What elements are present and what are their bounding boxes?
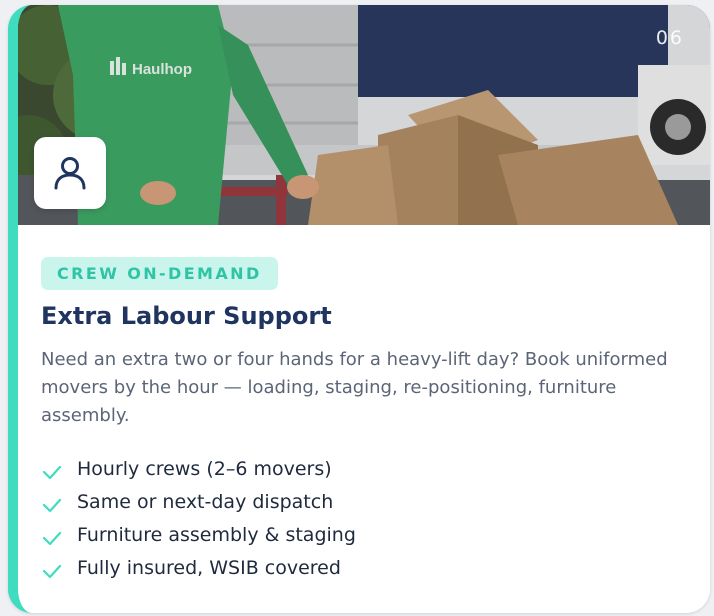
feature-list: Hourly crews (2–6 movers) Same or next-d… [41,452,691,584]
movers-photo-illustration: Haulhop [18,5,710,225]
card-description: Need an extra two or four hands for a he… [41,349,668,426]
check-icon [42,531,62,545]
avatar-tile [34,137,106,209]
feature-text: Fully insured, WSIB covered [77,556,341,579]
feature-text: Furniture assembly & staging [77,523,356,546]
feature-text: Hourly crews (2–6 movers) [77,457,332,480]
card-content: CREW ON-DEMAND Extra Labour Support Need… [41,257,691,584]
check-icon [42,465,62,479]
card-title: Extra Labour Support [41,302,332,330]
feature-text: Same or next-day dispatch [77,490,334,513]
service-card[interactable]: Haulhop 06 CREW ON-DEMAND Extra Labour S… [8,5,710,613]
user-icon [54,157,86,190]
card-number: 06 [655,27,684,49]
service-photo: Haulhop 06 [18,5,710,225]
feature-item: Same or next-day dispatch [41,485,691,518]
check-icon [42,564,62,578]
category-badge: CREW ON-DEMAND [41,257,278,290]
feature-item: Furniture assembly & staging [41,518,691,551]
feature-item: Hourly crews (2–6 movers) [41,452,691,485]
check-icon [42,498,62,512]
feature-item: Fully insured, WSIB covered [41,551,691,584]
